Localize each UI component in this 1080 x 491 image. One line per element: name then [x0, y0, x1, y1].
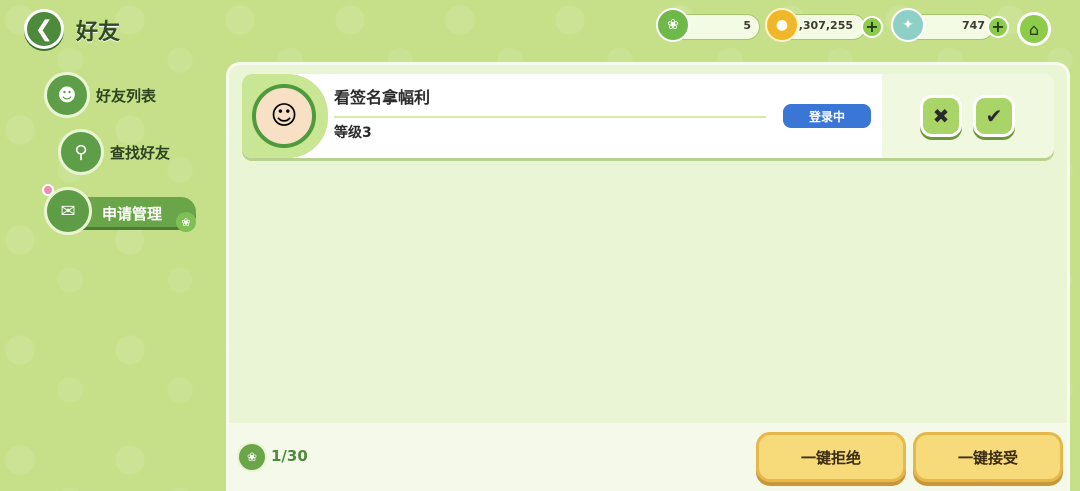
accept-button[interactable]: ✔: [973, 95, 1015, 137]
crystal-count: 747: [962, 19, 985, 32]
request-count-icon: ❀: [237, 442, 267, 472]
leaf-icon: ❀: [656, 8, 690, 42]
coin-count: 1,307,255: [791, 19, 853, 32]
sidebar-item-label: 查找好友: [110, 143, 171, 162]
crystal-icon: ✦: [891, 8, 925, 42]
plus-icon: +: [865, 17, 879, 36]
sidebar-item-find-friend[interactable]: ⚲ 查找好友: [58, 129, 170, 175]
friend-request-card: ☺ 看签名拿幅利 等级3 登录中 ✖ ✔: [242, 74, 1054, 158]
check-icon: ✔: [985, 104, 1003, 128]
leaf-decoration-icon: ❀: [176, 212, 196, 232]
accept-all-button[interactable]: 一键接受: [913, 432, 1063, 482]
name-divider: [334, 116, 766, 118]
sidebar-item-request-management[interactable]: ✉ 申请管理: [44, 187, 200, 237]
status-badge: 登录中: [783, 104, 871, 128]
add-coin-button[interactable]: +: [861, 16, 883, 38]
reject-button[interactable]: ✖: [920, 95, 962, 137]
sidebar-item-label: 好友列表: [96, 86, 157, 105]
sidebar-item-friend-list[interactable]: ☻ 好友列表: [44, 72, 156, 118]
back-button[interactable]: ❮: [24, 9, 64, 49]
avatar[interactable]: ☺: [252, 84, 316, 148]
coin-icon: ●: [765, 8, 799, 42]
add-crystal-button[interactable]: +: [987, 16, 1009, 38]
page-title: 好友: [76, 20, 121, 45]
sidebar-item-label: 申请管理: [102, 205, 163, 223]
reject-all-button[interactable]: 一键拒绝: [756, 432, 906, 482]
request-count: 1/30: [271, 447, 308, 465]
action-area: [882, 74, 1054, 158]
home-icon: ⌂: [1028, 19, 1040, 39]
friends-icon: ☻: [44, 72, 90, 118]
notification-flower-icon: [42, 184, 54, 196]
search-icon: ⚲: [58, 129, 104, 175]
chevron-left-icon: ❮: [34, 16, 54, 42]
home-button[interactable]: ⌂: [1017, 12, 1051, 46]
plus-icon: +: [991, 17, 1005, 36]
close-icon: ✖: [932, 104, 950, 128]
player-level: 等级3: [334, 125, 372, 141]
leaf-count: 5: [743, 19, 751, 32]
player-name: 看签名拿幅利: [334, 88, 431, 107]
